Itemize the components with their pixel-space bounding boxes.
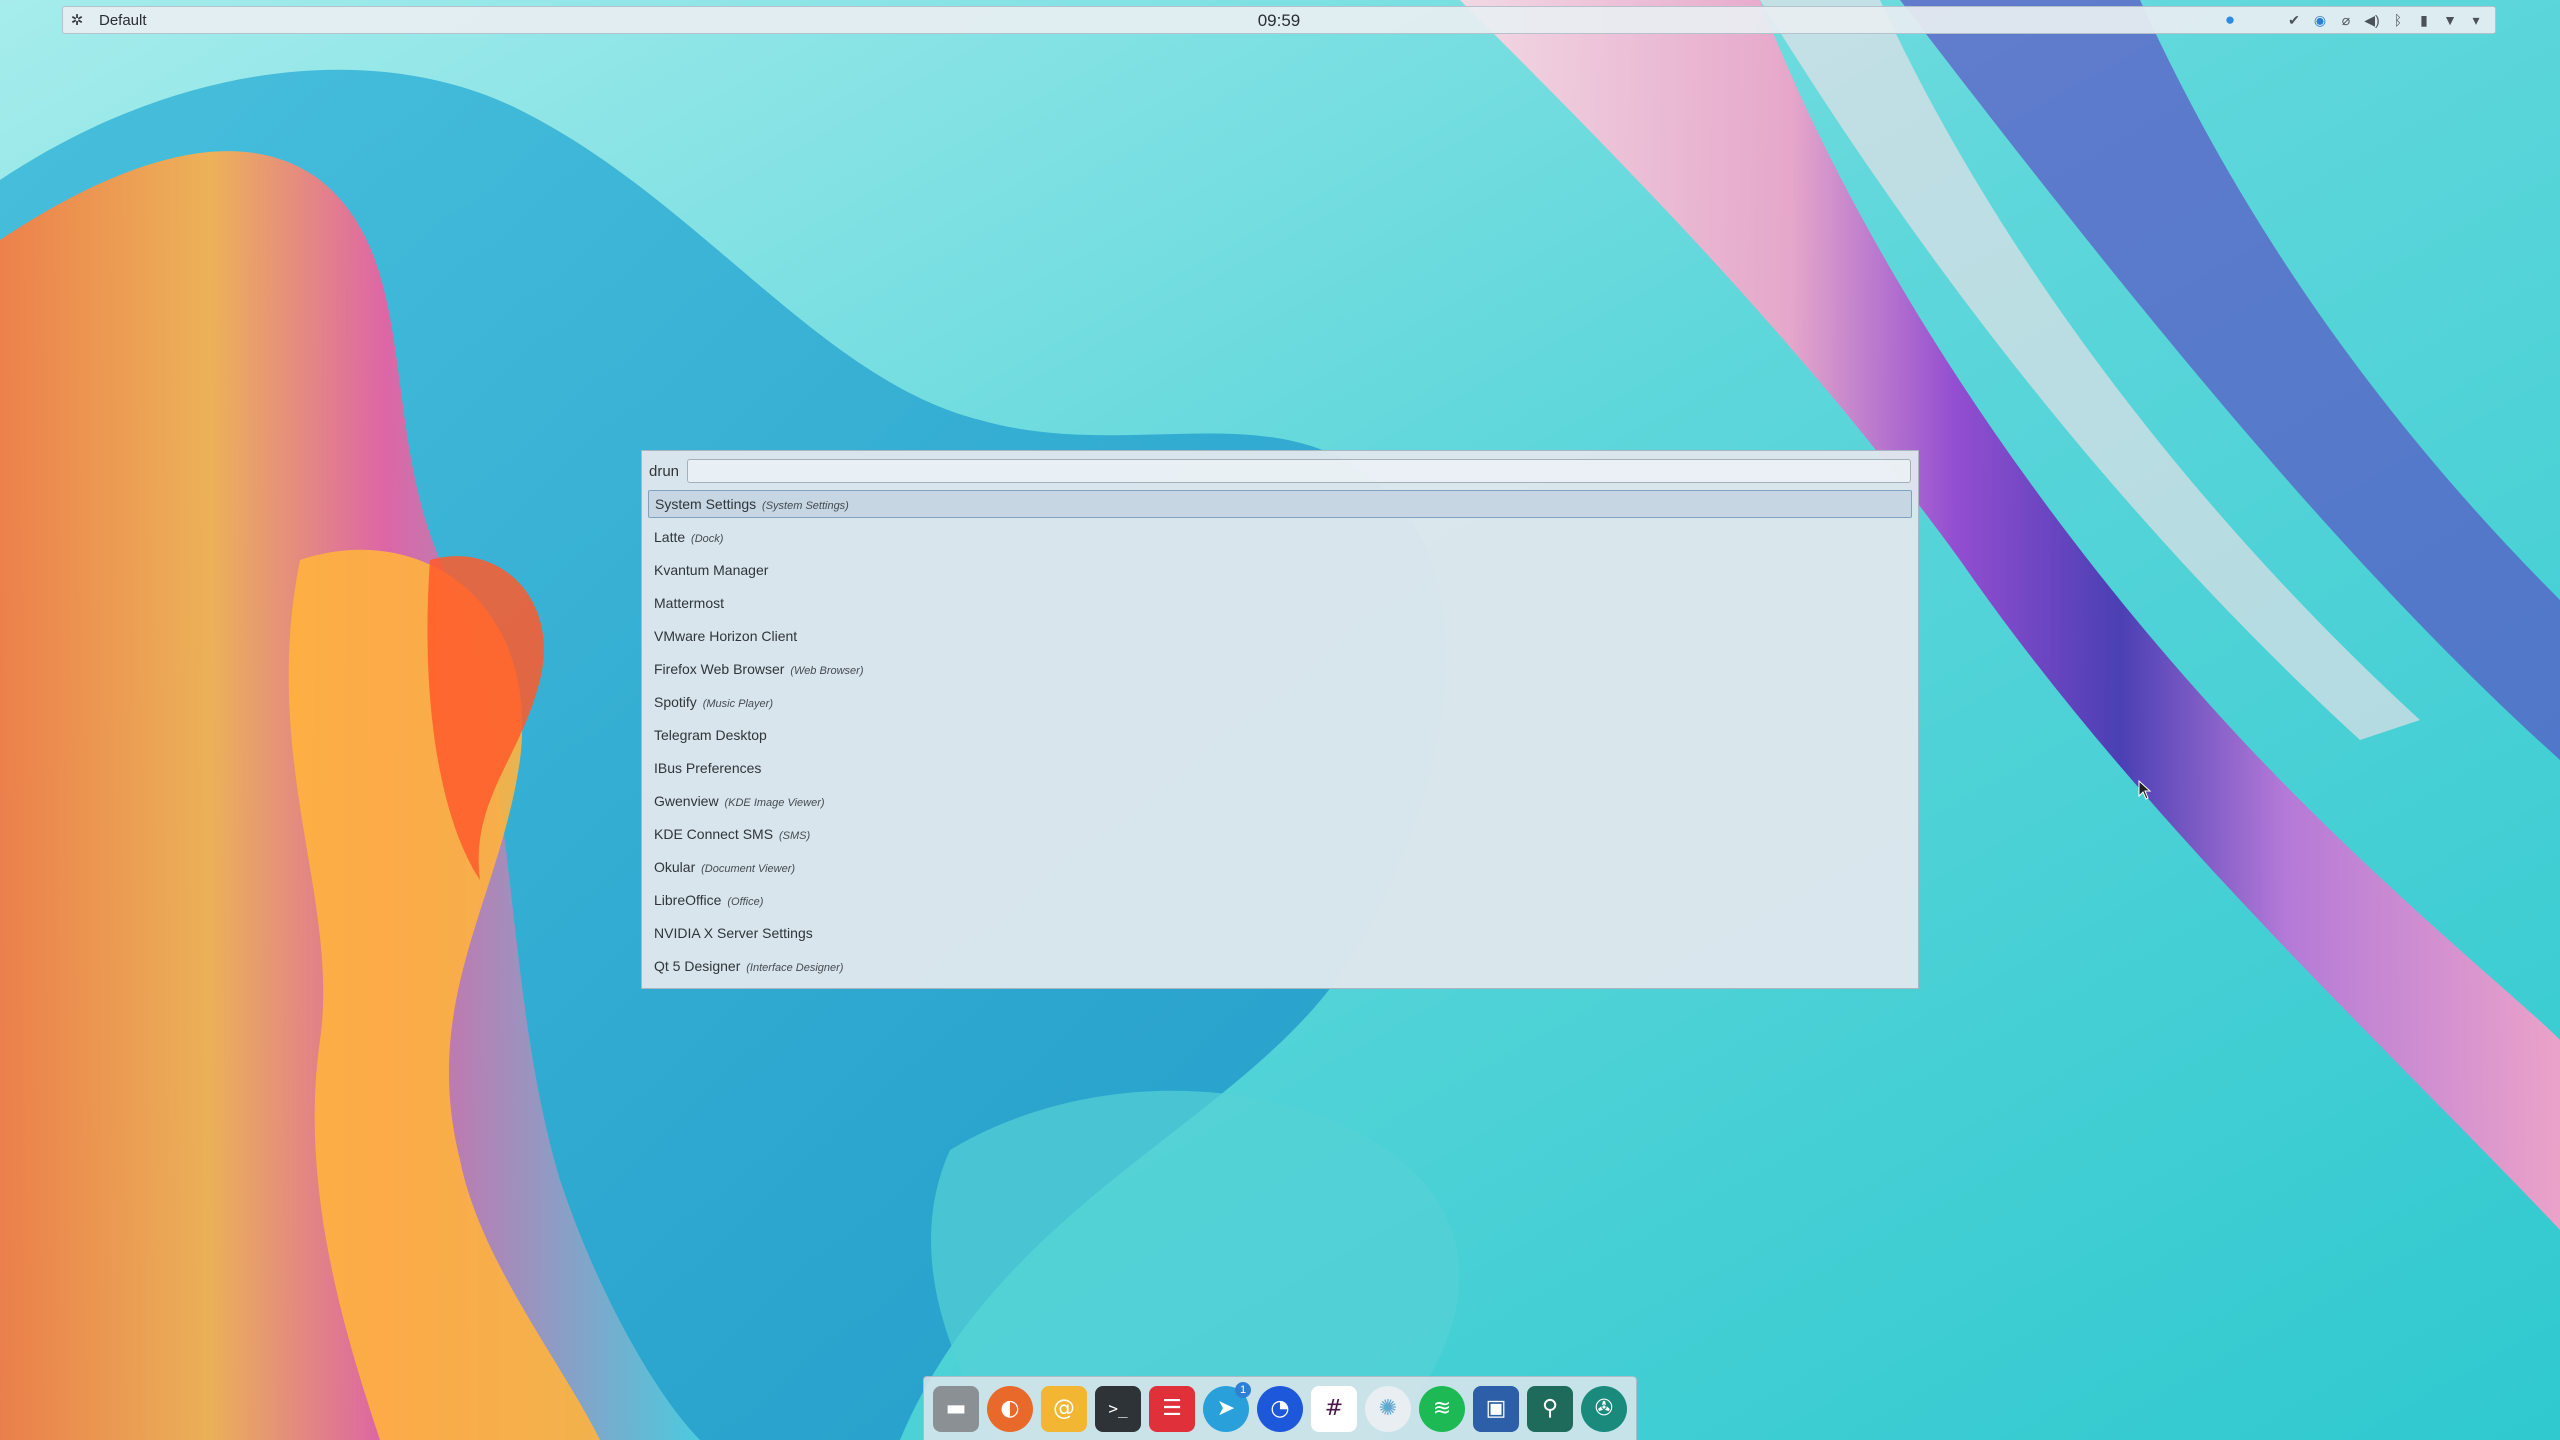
- aperture-icon: ✇: [1594, 1396, 1614, 1421]
- vmware-icon: ▣: [1485, 1396, 1507, 1421]
- kde-gear-icon: ✲: [70, 12, 84, 29]
- application-list: System Settings (System Settings) Latte (…: [648, 490, 1912, 983]
- battery-icon[interactable]: ▮: [2415, 11, 2433, 29]
- check-icon[interactable]: ✔: [2285, 11, 2303, 29]
- app-name: Spotify: [654, 694, 697, 710]
- list-item[interactable]: Qt 5 Designer (Interface Designer): [648, 950, 1912, 983]
- dock-app-mattermost[interactable]: ◔: [1257, 1385, 1303, 1432]
- list-item[interactable]: Okular (Document Viewer): [648, 851, 1912, 884]
- paperclip-icon[interactable]: ⌀: [2337, 11, 2355, 29]
- globe-icon[interactable]: ◉: [2311, 11, 2329, 29]
- app-generic-name: (Web Browser): [790, 665, 864, 677]
- folder-icon: ▬: [945, 1396, 967, 1421]
- mode-label: drun: [649, 462, 680, 480]
- bluetooth-icon[interactable]: ᛒ: [2389, 11, 2407, 29]
- slack-icon: #: [1324, 1396, 1344, 1421]
- app-generic-name: (System Settings): [762, 500, 849, 512]
- app-name: System Settings: [655, 496, 757, 512]
- app-name: Qt 5 Designer: [654, 958, 741, 974]
- spotify-icon: ≋: [1432, 1396, 1452, 1421]
- app-generic-name: (Interface Designer): [746, 962, 844, 974]
- app-generic-name: (Document Viewer): [701, 863, 796, 875]
- app-generic-name: (KDE Image Viewer): [724, 797, 825, 809]
- top-panel: ✲ Default 09:59 ● ✔ ◉ ⌀ ◀) ᛒ ▮ ▼ ▾: [62, 6, 2496, 34]
- system-tray: ● ✔ ◉ ⌀ ◀) ᛒ ▮ ▼ ▾: [2221, 7, 2485, 33]
- dock-app-coral[interactable]: ✺: [1365, 1385, 1411, 1432]
- dock-app-camera[interactable]: ✇: [1581, 1385, 1627, 1432]
- app-name: Okular: [654, 859, 696, 875]
- list-item[interactable]: NVIDIA X Server Settings: [648, 917, 1912, 950]
- list-item[interactable]: LibreOffice (Office): [648, 884, 1912, 917]
- list-item[interactable]: Gwenview (KDE Image Viewer): [648, 785, 1912, 818]
- list-item[interactable]: Latte (Dock): [648, 521, 1912, 554]
- app-name: Telegram Desktop: [654, 727, 767, 743]
- checklist-icon: ☰: [1162, 1396, 1182, 1421]
- dock-app-kvantum[interactable]: ⚲: [1527, 1385, 1573, 1432]
- mail-icon: @: [1053, 1396, 1075, 1421]
- firefox-icon: ◐: [1000, 1396, 1020, 1421]
- dock-app-firefox[interactable]: ◐: [987, 1385, 1033, 1432]
- list-item[interactable]: Kvantum Manager: [648, 554, 1912, 587]
- expand-tray-icon[interactable]: ▾: [2467, 11, 2485, 29]
- clock-time[interactable]: 09:59: [1258, 11, 1301, 30]
- telegram-icon: ➤: [1216, 1396, 1236, 1421]
- app-generic-name: (SMS): [778, 830, 811, 842]
- kvantum-icon: ⚲: [1541, 1396, 1559, 1421]
- list-item[interactable]: System Settings (System Settings): [648, 490, 1912, 518]
- dock-app-terminal[interactable]: >_: [1095, 1385, 1141, 1432]
- dock-app-spotify[interactable]: ≋: [1419, 1385, 1465, 1432]
- latte-dock: ▬ ◐ @ >_ ☰ ➤ 1 ◔ # ✺ ≋ ▣ ⚲ ✇: [923, 1376, 1637, 1440]
- list-item[interactable]: Mattermost: [648, 587, 1912, 620]
- app-name: Mattermost: [654, 595, 725, 611]
- run-launcher-dialog: drun System Settings (System Settings) La…: [641, 450, 1919, 989]
- dock-app-mail[interactable]: @: [1041, 1385, 1087, 1432]
- list-item[interactable]: Spotify (Music Player): [648, 686, 1912, 719]
- app-name: Kvantum Manager: [654, 562, 769, 578]
- dock-app-tasks[interactable]: ☰: [1149, 1385, 1195, 1432]
- application-launcher-button[interactable]: ✲: [63, 7, 91, 33]
- list-item[interactable]: Telegram Desktop: [648, 719, 1912, 752]
- list-item[interactable]: VMware Horizon Client: [648, 620, 1912, 653]
- app-name: VMware Horizon Client: [654, 628, 798, 644]
- volume-icon[interactable]: ◀): [2363, 11, 2381, 29]
- run-header: drun: [649, 458, 1911, 484]
- notification-badge: 1: [1235, 1381, 1251, 1398]
- list-item[interactable]: IBus Preferences: [648, 752, 1912, 785]
- app-generic-name: (Music Player): [702, 698, 773, 710]
- dock-app-files[interactable]: ▬: [933, 1385, 979, 1432]
- dock-app-vmware[interactable]: ▣: [1473, 1385, 1519, 1432]
- app-name: IBus Preferences: [654, 760, 762, 776]
- app-name: NVIDIA X Server Settings: [654, 925, 813, 941]
- list-item[interactable]: Firefox Web Browser (Web Browser): [648, 653, 1912, 686]
- list-item[interactable]: KDE Connect SMS (SMS): [648, 818, 1912, 851]
- mouse-cursor-icon: [2138, 780, 2152, 800]
- mattermost-icon: ◔: [1270, 1396, 1290, 1421]
- wifi-icon[interactable]: ▼: [2441, 11, 2459, 29]
- dock-app-slack[interactable]: #: [1311, 1385, 1357, 1432]
- app-name: LibreOffice: [654, 892, 722, 908]
- dock-app-telegram[interactable]: ➤ 1: [1203, 1381, 1251, 1432]
- app-name: KDE Connect SMS: [654, 826, 774, 842]
- coral-icon: ✺: [1378, 1396, 1398, 1421]
- app-name: Gwenview: [654, 793, 719, 809]
- search-input[interactable]: [687, 459, 1911, 483]
- app-name: Latte: [654, 529, 686, 545]
- info-icon[interactable]: ●: [2221, 10, 2239, 29]
- clock: 09:59: [63, 11, 2495, 31]
- app-generic-name: (Office): [727, 896, 764, 908]
- terminal-icon: >_: [1108, 1399, 1128, 1418]
- app-name: Firefox Web Browser: [654, 661, 785, 677]
- app-generic-name: (Dock): [691, 533, 724, 545]
- activity-label[interactable]: Default: [99, 12, 147, 29]
